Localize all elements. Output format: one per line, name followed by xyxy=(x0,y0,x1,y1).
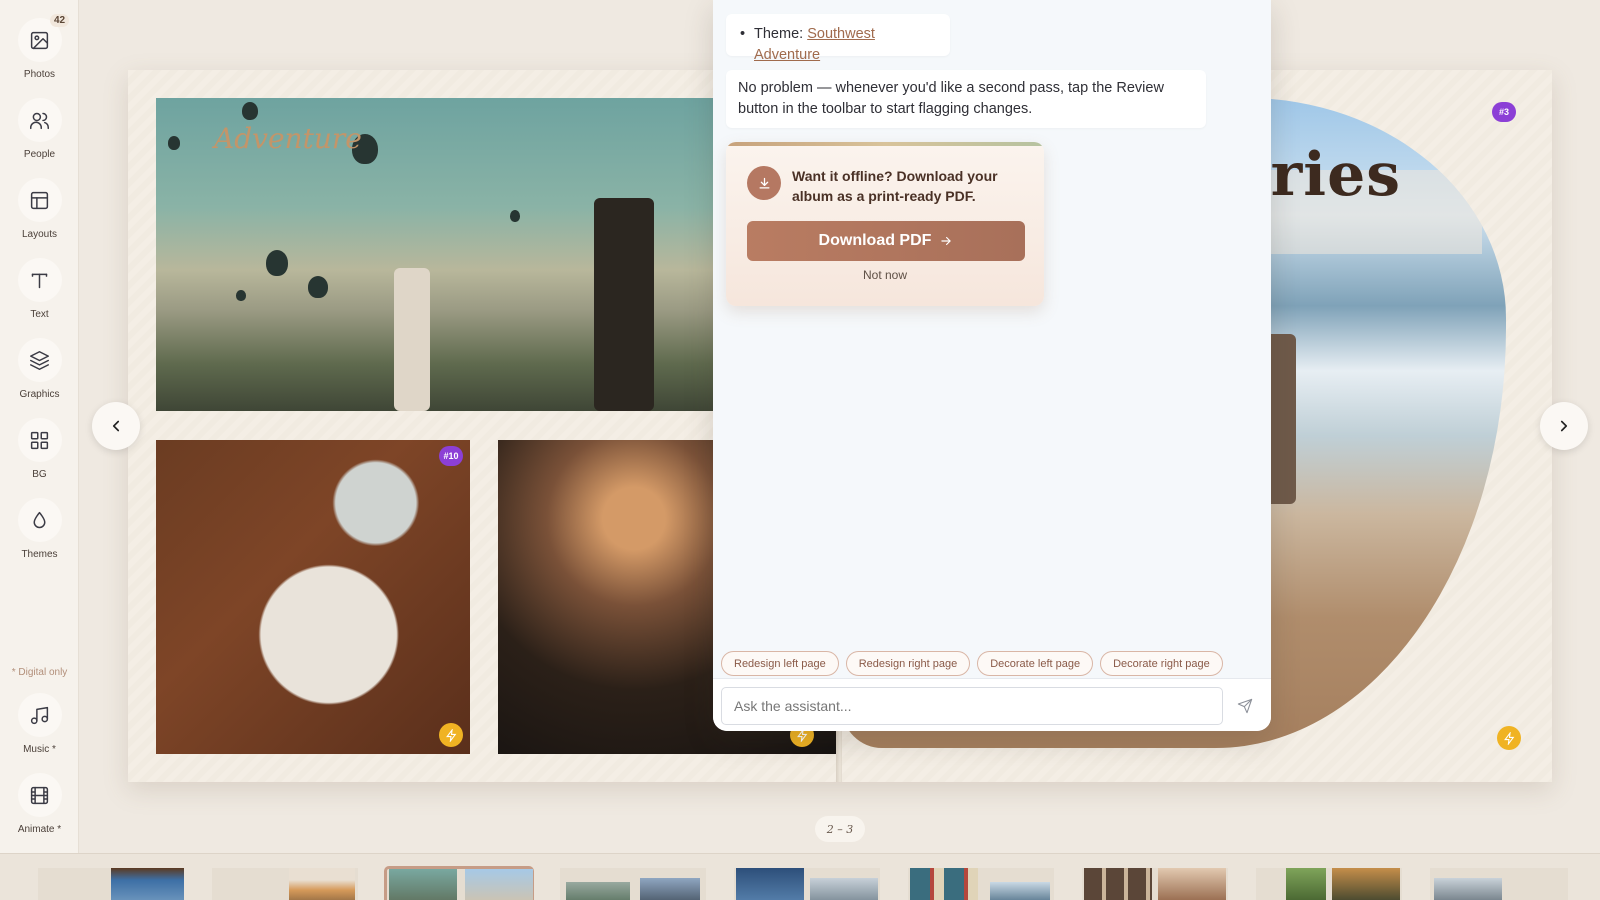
page-thumbnail[interactable] xyxy=(1430,868,1568,900)
page-filmstrip xyxy=(0,853,1600,900)
animate-tool[interactable]: Animate * xyxy=(0,773,79,835)
adventure-title[interactable]: Adventure xyxy=(214,122,362,155)
arrow-right-icon xyxy=(941,236,952,246)
people-label: People xyxy=(23,149,56,160)
layers-icon xyxy=(30,350,49,370)
digital-only-note: * Digital only xyxy=(11,667,68,678)
text-tool[interactable]: Text xyxy=(0,258,79,320)
music-tool[interactable]: Music * xyxy=(0,693,79,755)
assistant-input[interactable] xyxy=(721,687,1223,725)
chevron-left-icon xyxy=(112,420,120,432)
image-icon xyxy=(30,31,49,49)
bg-tool[interactable]: BG xyxy=(0,418,79,480)
layout-icon xyxy=(30,191,49,209)
photos-label: Photos xyxy=(23,69,56,80)
page-thumbnail[interactable] xyxy=(1082,868,1228,900)
next-page-button[interactable] xyxy=(1540,402,1588,450)
assistant-panel: Theme: Southwest Adventure No problem — … xyxy=(713,0,1271,731)
page-thumbnail-active[interactable] xyxy=(384,866,534,900)
photos-count-badge: 42 xyxy=(50,14,70,27)
enhance-bolt-icon[interactable] xyxy=(439,723,463,747)
not-now-link[interactable]: Not now xyxy=(726,268,1044,282)
animate-label: Animate * xyxy=(17,824,62,835)
page-thumbnail[interactable] xyxy=(212,868,358,900)
droplet-icon xyxy=(33,511,46,528)
enhance-bolt-icon[interactable] xyxy=(1497,726,1521,750)
page-thumbnail[interactable] xyxy=(38,868,184,900)
chip-decorate-right-page[interactable]: Decorate right page xyxy=(1100,651,1223,676)
assistant-input-bar xyxy=(713,678,1271,731)
chip-decorate-left-page[interactable]: Decorate left page xyxy=(977,651,1094,676)
page-thumbnail[interactable] xyxy=(734,868,880,900)
photo-number-badge: #3 xyxy=(1492,102,1516,122)
download-icon xyxy=(747,166,781,200)
music-label: Music * xyxy=(23,744,56,755)
themes-tool[interactable]: Themes xyxy=(0,498,79,560)
page-thumbnail[interactable] xyxy=(560,868,706,900)
offline-message: Want it offline? Download your album as … xyxy=(792,168,998,204)
layouts-tool[interactable]: Layouts xyxy=(0,178,79,240)
page-thumbnail[interactable] xyxy=(1256,868,1402,900)
film-icon xyxy=(30,786,49,804)
chip-redesign-left-page[interactable]: Redesign left page xyxy=(721,651,839,676)
download-offline-card: Want it offline? Download your album as … xyxy=(726,142,1044,306)
suggestion-chips: Redesign left page Redesign right page D… xyxy=(721,651,1223,676)
download-pdf-label: Download PDF xyxy=(818,232,932,249)
photo-number-badge: #10 xyxy=(439,446,463,466)
text-label: Text xyxy=(30,309,49,320)
grid-icon xyxy=(30,431,49,449)
people-tool[interactable]: People xyxy=(0,98,79,160)
send-icon[interactable] xyxy=(1237,698,1253,714)
theme-label: Theme: xyxy=(754,26,804,42)
tool-sidebar: Photos 42 People Layouts Text Graphics B… xyxy=(0,0,79,853)
users-icon xyxy=(30,112,49,129)
assistant-reply: No problem — whenever you'd like a secon… xyxy=(726,70,1206,128)
graphics-label: Graphics xyxy=(19,389,60,400)
chevron-right-icon xyxy=(1560,420,1568,432)
page-thumbnail[interactable] xyxy=(908,868,1054,900)
previous-page-button[interactable] xyxy=(92,402,140,450)
music-icon xyxy=(30,706,49,724)
chip-redesign-right-page[interactable]: Redesign right page xyxy=(845,651,971,676)
text-icon xyxy=(31,273,48,288)
download-pdf-button[interactable]: Download PDF xyxy=(747,221,1025,261)
layouts-label: Layouts xyxy=(21,229,58,240)
bg-label: BG xyxy=(32,469,47,480)
card-accent-bar xyxy=(726,142,1044,146)
themes-label: Themes xyxy=(21,549,58,560)
theme-message: Theme: Southwest Adventure xyxy=(726,14,950,63)
crafts-photo[interactable]: #10 xyxy=(156,440,470,754)
page-indicator: 2 – 3 xyxy=(815,816,865,842)
graphics-tool[interactable]: Graphics xyxy=(0,338,79,400)
photos-tool[interactable]: Photos xyxy=(0,18,79,80)
